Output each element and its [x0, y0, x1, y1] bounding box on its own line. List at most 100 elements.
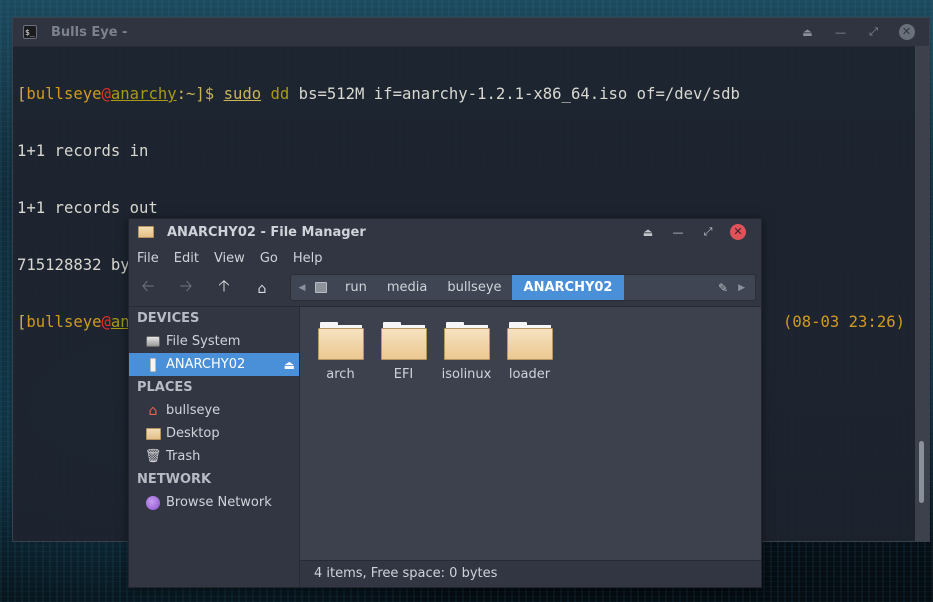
close-icon: ✕	[898, 24, 915, 40]
scrollbar-thumb[interactable]	[919, 441, 924, 503]
maximize-button[interactable]: ⤢	[857, 22, 890, 42]
breadcrumb-media[interactable]: media	[377, 275, 438, 300]
usb-drive-icon	[150, 357, 156, 372]
file-name: EFI	[393, 367, 414, 382]
folder-icon	[317, 322, 364, 360]
status-bar: 4 items, Free space: 0 bytes	[300, 560, 761, 587]
sidebar-item-file-system[interactable]: File System	[129, 330, 299, 353]
prompt-end: ]$	[195, 85, 224, 103]
sidebar-item-label: Trash	[166, 449, 201, 464]
prompt-user: bullseye	[26, 85, 102, 103]
pencil-icon: ✎	[718, 280, 729, 295]
maximize-button[interactable]: ⤢	[693, 222, 723, 242]
prompt-at: @	[101, 313, 111, 331]
folder-icon	[145, 427, 161, 440]
prompt-host: anarchy	[110, 85, 177, 103]
terminal-titlebar[interactable]: $_ Bulls Eye - ⏏ — ⤢ ✕	[13, 18, 929, 47]
file-item[interactable]: isolinux	[435, 322, 498, 382]
shade-button[interactable]: ⏏	[633, 222, 663, 242]
arrow-left-icon: 🡠	[141, 276, 155, 295]
breadcrumb-anarchy02[interactable]: ANARCHY02	[511, 275, 625, 300]
minimize-icon: —	[672, 225, 684, 239]
close-button[interactable]: ✕	[890, 22, 923, 42]
places-header: PLACES	[137, 380, 193, 395]
command-sudo: sudo	[223, 85, 262, 103]
file-manager-titlebar[interactable]: ANARCHY02 - File Manager ⏏ — ⤢ ✕	[129, 219, 761, 245]
output-line: 1+1 records in	[17, 142, 149, 160]
shade-button[interactable]: ⏏	[791, 22, 824, 42]
sidebar-item-label: Desktop	[166, 426, 220, 441]
minimize-button[interactable]: —	[824, 22, 857, 42]
file-item[interactable]: EFI	[372, 322, 435, 382]
menubar: File Edit View Go Help	[129, 245, 761, 271]
eject-icon: ⏏	[802, 25, 813, 39]
drive-icon[interactable]	[315, 282, 327, 293]
sidebar-item-trash[interactable]: 🗑 Trash	[129, 445, 299, 468]
sidebar-item-label: bullseye	[166, 403, 221, 418]
file-name: arch	[326, 367, 355, 382]
prompt-bracket: [	[17, 85, 27, 103]
eject-icon: ⏏	[642, 225, 654, 239]
menu-go[interactable]: Go	[260, 251, 278, 266]
forward-button[interactable]: 🡢	[167, 275, 205, 303]
trash-icon: 🗑	[144, 449, 162, 464]
maximize-icon: ⤢	[869, 25, 878, 38]
sidebar-item-label: File System	[166, 334, 241, 349]
sidebar-item-home[interactable]: ⌂ bullseye	[129, 399, 299, 422]
menu-view[interactable]: View	[214, 251, 245, 266]
menu-edit[interactable]: Edit	[174, 251, 199, 266]
close-icon: ✕	[730, 224, 746, 240]
folder-icon	[138, 226, 154, 238]
prompt-bracket: [	[17, 313, 27, 331]
file-name: loader	[508, 367, 551, 382]
edit-path-button[interactable]: ✎	[718, 281, 728, 295]
up-button[interactable]: 🡡	[205, 275, 243, 303]
sidebar: DEVICES File System ANARCHY02 ⏏ PLACES ⌂…	[129, 307, 299, 587]
eject-button[interactable]: ⏏	[284, 358, 295, 372]
devices-header: DEVICES	[137, 311, 200, 326]
home-icon: ⌂	[148, 402, 158, 419]
sidebar-item-browse-network[interactable]: Browse Network	[129, 491, 299, 514]
file-name: isolinux	[441, 367, 492, 382]
folder-icon	[380, 322, 427, 360]
path-scroll-left[interactable]: ◀	[291, 283, 313, 293]
minimize-icon: —	[835, 25, 846, 39]
prompt-at: @	[101, 85, 111, 103]
home-icon: ⌂	[257, 280, 267, 297]
arrow-up-icon: 🡡	[218, 276, 230, 295]
menu-file[interactable]: File	[137, 251, 159, 266]
command-args: bs=512M if=anarchy-1.2.1-x86_64.iso of=/…	[289, 85, 740, 103]
file-item[interactable]: loader	[498, 322, 561, 382]
terminal-icon: $_	[23, 25, 37, 39]
output-line: 1+1 records out	[17, 199, 158, 217]
network-header: NETWORK	[137, 472, 212, 487]
sidebar-item-label: Browse Network	[166, 495, 272, 510]
harddisk-icon	[146, 336, 160, 347]
close-button[interactable]: ✕	[723, 222, 753, 242]
sidebar-item-label: ANARCHY02	[166, 357, 246, 372]
location-bar: ◀ run media bullseye ANARCHY02 ✎ ▶	[290, 274, 756, 301]
menu-help[interactable]: Help	[293, 251, 323, 266]
breadcrumb-run[interactable]: run	[335, 275, 377, 300]
terminal-title: Bulls Eye -	[51, 24, 128, 40]
folder-icon	[443, 322, 490, 360]
file-view[interactable]: arch EFI isolinux loader	[300, 307, 761, 560]
minimize-button[interactable]: —	[663, 222, 693, 242]
back-button[interactable]: 🡠	[129, 275, 167, 303]
file-manager-window[interactable]: ANARCHY02 - File Manager ⏏ — ⤢ ✕ File Ed…	[128, 218, 762, 588]
breadcrumb-bullseye[interactable]: bullseye	[437, 275, 511, 300]
prompt-path: :~	[176, 85, 196, 103]
sidebar-item-anarchy02[interactable]: ANARCHY02 ⏏	[129, 353, 299, 376]
sidebar-item-desktop[interactable]: Desktop	[129, 422, 299, 445]
command-dd: dd	[270, 85, 290, 103]
file-item[interactable]: arch	[309, 322, 372, 382]
path-scroll-right[interactable]: ▶	[738, 283, 745, 293]
command-line: [bullseye@anarchy:~]$ sudo dd bs=512M if…	[17, 85, 915, 104]
prompt-timestamp: (08-03 23:26)	[782, 313, 905, 331]
home-button[interactable]: ⌂	[243, 275, 281, 303]
folder-icon	[506, 322, 553, 360]
prompt-user: bullseye	[26, 313, 102, 331]
terminal-scrollbar[interactable]	[915, 46, 929, 541]
toolbar: 🡠 🡢 🡡 ⌂ ◀ run media bullseye ANARCHY02 ✎…	[129, 271, 761, 306]
maximize-icon: ⤢	[703, 225, 713, 238]
